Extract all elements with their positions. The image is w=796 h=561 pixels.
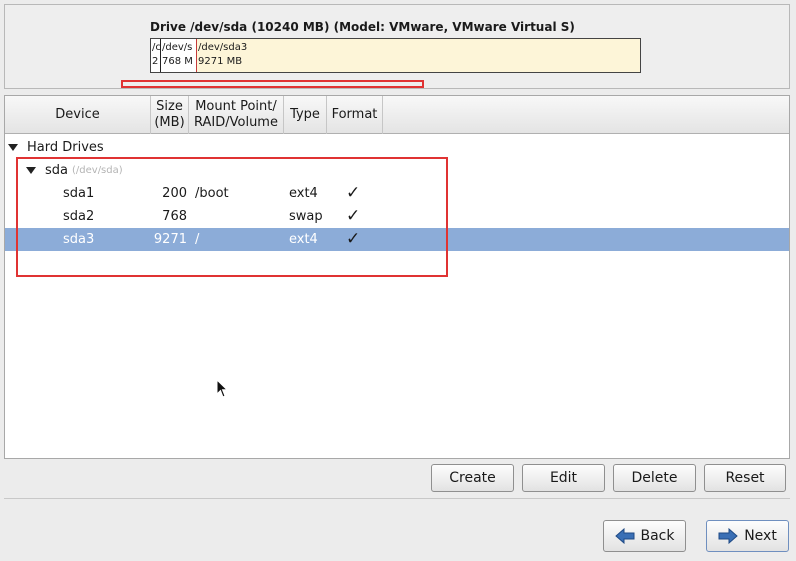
arrow-right-icon: [718, 528, 738, 544]
column-header-label: RAID/Volume: [194, 115, 278, 130]
segment-name: /c: [152, 42, 161, 53]
column-header-label: Type: [290, 107, 320, 122]
reset-button[interactable]: Reset: [704, 464, 786, 492]
annotation-highlight-box: [121, 80, 424, 88]
segment-name: /dev/s: [162, 42, 193, 53]
segment-size: 9271 MB: [198, 56, 243, 67]
annotation-highlight-box: [16, 157, 448, 277]
column-header-size[interactable]: Size (MB): [151, 96, 189, 134]
column-header-label: Mount Point/: [195, 99, 277, 114]
column-header-label: Format: [331, 107, 378, 122]
partition-bar: /c 2 /dev/s 768 M /dev/sda3 9271 MB: [150, 38, 641, 73]
segment-size: 768 M: [162, 56, 193, 67]
arrow-left-icon: [614, 528, 634, 544]
drive-title: Drive /dev/sda (10240 MB) (Model: VMware…: [150, 20, 575, 34]
next-button[interactable]: Next: [706, 520, 789, 552]
next-label: Next: [744, 528, 777, 544]
edit-button[interactable]: Edit: [522, 464, 605, 492]
tree-row-hard-drives[interactable]: Hard Drives: [5, 136, 789, 159]
back-button[interactable]: Back: [603, 520, 686, 552]
column-header-label: Device: [55, 107, 100, 122]
group-label: Hard Drives: [27, 140, 104, 155]
create-button[interactable]: Create: [431, 464, 514, 492]
partition-segment-sda2[interactable]: /dev/s 768 M: [161, 39, 197, 72]
partition-segment-sda1[interactable]: /c 2: [151, 39, 161, 72]
column-header-format[interactable]: Format: [327, 96, 383, 134]
tree-header: Device Size (MB) Mount Point/ RAID/Volum…: [5, 96, 789, 134]
column-header-label: Size: [156, 99, 183, 114]
column-header-label: (MB): [154, 115, 185, 130]
mouse-pointer-icon: [216, 379, 228, 398]
partition-segment-sda3[interactable]: /dev/sda3 9271 MB: [197, 39, 640, 72]
segment-size: 2: [152, 56, 159, 67]
column-header-type[interactable]: Type: [284, 96, 327, 134]
triangle-down-icon[interactable]: [8, 144, 18, 151]
back-label: Back: [640, 528, 675, 544]
column-header-device[interactable]: Device: [5, 96, 151, 134]
separator: [4, 498, 790, 499]
delete-button[interactable]: Delete: [613, 464, 696, 492]
segment-name: /dev/sda3: [198, 42, 248, 53]
column-header-mount-point[interactable]: Mount Point/ RAID/Volume: [189, 96, 284, 134]
